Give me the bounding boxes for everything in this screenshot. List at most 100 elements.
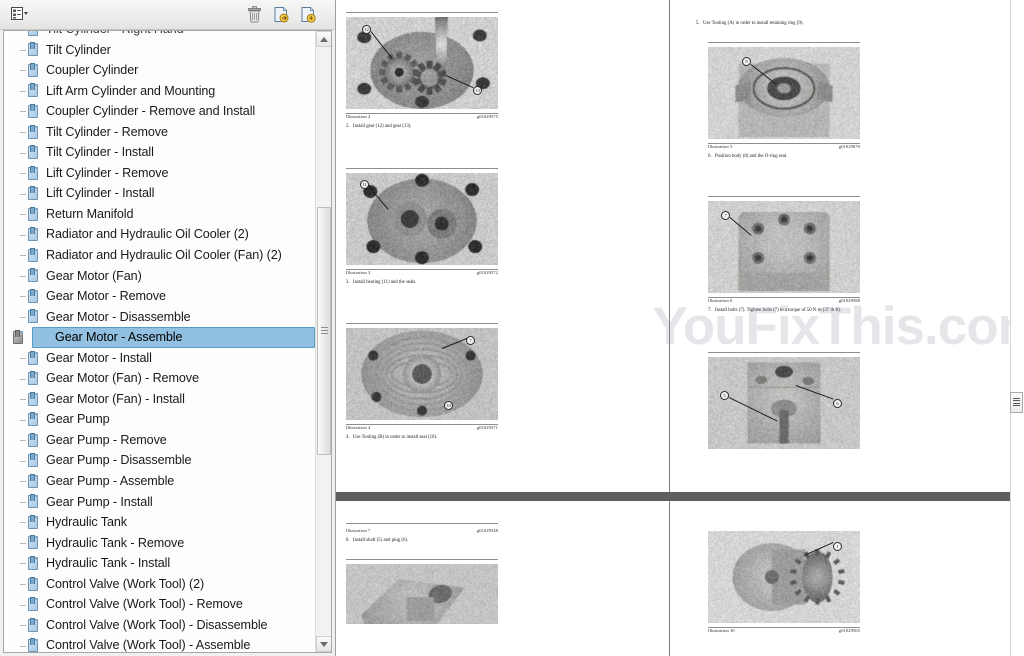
step-text: Install shaft (5) and plug (6). [353, 538, 409, 543]
tree-item-gear-pump-install[interactable]: Gear Pump - Install [4, 492, 315, 513]
tree-item-coupler-cylinder[interactable]: Coupler Cylinder [4, 60, 315, 81]
panel-toggle-icon [1013, 397, 1020, 408]
tree-item-tilt-cylinder-install[interactable]: Tilt Cylinder - Install [4, 142, 315, 163]
figure-id-label: g01029575 [476, 114, 498, 119]
tree-item-gear-motor-fan-install[interactable]: Gear Motor (Fan) - Install [4, 389, 315, 410]
application-window: Tilt Cylinder - Right Hand Tilt Cylinder C… [0, 0, 1024, 656]
figure-id-label: g01029571 [476, 425, 498, 430]
document-page-icon [26, 145, 39, 160]
document-page-icon [26, 617, 39, 633]
figure-illustration-10: 1 Illustration 10 g01029565 [706, 531, 1006, 633]
tree-item-gear-pump-assemble[interactable]: Gear Pump - Assemble [4, 471, 315, 492]
tree-item-label: Gear Motor (Fan) - Remove [46, 371, 199, 386]
tree-item-label: Radiator and Hydraulic Oil Cooler (2) [46, 227, 249, 242]
tree-item-label: Gear Motor - Install [46, 350, 152, 365]
document-page-icon [26, 247, 39, 263]
tree-item-control-valve-work-tool-assemble[interactable]: Control Valve (Work Tool) - Assemble [4, 635, 315, 652]
tree-item-control-valve-work-tool-remove[interactable]: Control Valve (Work Tool) - Remove [4, 594, 315, 615]
delete-button[interactable] [243, 5, 265, 25]
tree-item-gear-pump-disassemble[interactable]: Gear Pump - Disassemble [4, 450, 315, 471]
tree-item-gear-motor-remove[interactable]: Gear Motor - Remove [4, 286, 315, 307]
tree-item-label: Gear Pump - Install [46, 494, 153, 509]
tree-item-label: Return Manifold [46, 206, 134, 221]
tree-item-label: Radiator and Hydraulic Oil Cooler (Fan) … [46, 247, 282, 262]
tree-item-lift-arm-cylinder-and-mounting[interactable]: Lift Arm Cylinder and Mounting [4, 81, 315, 102]
step-text: Use Tooling (A) in order to install reta… [703, 21, 804, 26]
page1-column-divider [669, 0, 670, 492]
tree-item-tilt-cylinder-right-hand[interactable]: Tilt Cylinder - Right Hand [4, 31, 315, 40]
tree-item-gear-motor-install[interactable]: Gear Motor - Install [4, 348, 315, 369]
figure-illustration-7: Illustration 7 g01029548 8. Install shaft… [344, 523, 644, 628]
photo-canvas [708, 47, 860, 139]
tree-item-tilt-cylinder[interactable]: Tilt Cylinder [4, 40, 315, 61]
scroll-down-button[interactable] [316, 636, 331, 652]
document-page-icon [26, 227, 39, 242]
step-number: 7. [708, 308, 712, 313]
figure-id-label: g01029565 [838, 628, 860, 633]
navigation-tree-scroll[interactable]: Tilt Cylinder - Right Hand Tilt Cylinder C… [4, 31, 315, 652]
tree-item-gear-motor-fan[interactable]: Gear Motor (Fan) [4, 266, 315, 287]
tree-item-label: Coupler Cylinder [46, 63, 139, 78]
document-page-icon [26, 83, 39, 98]
tree-item-return-manifold[interactable]: Return Manifold [4, 204, 315, 225]
figure-caption-label: Illustration 7 [346, 528, 371, 533]
tree-item-control-valve-work-tool-disassemble[interactable]: Control Valve (Work Tool) - Disassemble [4, 615, 315, 636]
tree-item-lift-cylinder-install[interactable]: Lift Cylinder - Install [4, 183, 315, 204]
tree-item-hydraulic-tank[interactable]: Hydraulic Tank [4, 512, 315, 533]
tree-item-label: Tilt Cylinder [46, 42, 111, 57]
callout-marker: 12 [362, 25, 371, 34]
page-separator [336, 492, 1024, 501]
tree-item-label: Lift Cylinder - Remove [46, 165, 169, 180]
figure-image-illustration-4: 7 10 [346, 328, 498, 420]
tree-item-gear-motor-fan-remove[interactable]: Gear Motor (Fan) - Remove [4, 368, 315, 389]
document-page-icon [26, 42, 39, 57]
photo-shaft-plug: 5 6 [708, 357, 860, 449]
tree-item-radiator-and-hydraulic-oil-cooler-2[interactable]: Radiator and Hydraulic Oil Cooler (2) [4, 224, 315, 245]
figure-top-rule [346, 12, 498, 13]
figure-id-label: g01029572 [476, 270, 498, 275]
step-text: Install gear (12) and gear (13). [353, 124, 412, 129]
callout-marker: 6 [833, 399, 842, 408]
document-page-icon [26, 555, 39, 571]
panel-toggle-button[interactable] [1010, 392, 1023, 413]
tree-vertical-scrollbar[interactable] [315, 31, 331, 652]
export-document-button[interactable] [270, 5, 292, 25]
scrollbar-grip-icon [321, 327, 328, 335]
step-number: 8. [346, 538, 350, 543]
scrollbar-thumb[interactable] [317, 207, 331, 455]
page1-left-column: 12 13 Illustration 2 g01029575 2. Install… [344, 0, 664, 492]
figure-illustration-2: 12 13 Illustration 2 g01029575 2. Install… [344, 12, 644, 131]
tree-item-gear-pump[interactable]: Gear Pump [4, 409, 315, 430]
navigation-tree: Tilt Cylinder - Right Hand Tilt Cylinder C… [4, 31, 315, 652]
step-number: 6. [708, 154, 712, 159]
view-options-button[interactable] [5, 5, 35, 25]
tree-item-radiator-and-hydraulic-oil-cooler-fan-2[interactable]: Radiator and Hydraulic Oil Cooler (Fan) … [4, 245, 315, 266]
photo-canvas [346, 563, 498, 624]
figure-image-illustration-6: 7 [708, 201, 860, 293]
scroll-up-button[interactable] [316, 31, 331, 47]
chevron-down-icon [320, 641, 328, 647]
figure-caption-label: Illustration 2 [346, 114, 371, 119]
step-text: Use Tooling (B) in order to install seal… [353, 435, 438, 440]
figure-illustration-4: 7 10 Illustration 4 g01029571 4. Use Tool… [344, 323, 644, 442]
document-viewer[interactable]: 12 13 Illustration 2 g01029575 2. Install… [336, 0, 1024, 656]
document-page-2: Illustration 7 g01029548 8. Install shaft… [336, 501, 1024, 656]
tree-item-label: Tilt Cylinder - Remove [46, 124, 168, 139]
document-page-icon [26, 350, 39, 366]
save-document-button[interactable] [297, 5, 319, 25]
tree-item-lift-cylinder-remove[interactable]: Lift Cylinder - Remove [4, 163, 315, 184]
tree-item-hydraulic-tank-install[interactable]: Hydraulic Tank - Install [4, 553, 315, 574]
tree-item-control-valve-work-tool-2[interactable]: Control Valve (Work Tool) (2) [4, 574, 315, 595]
chevron-up-icon [320, 36, 328, 42]
tree-item-gear-motor-disassemble[interactable]: Gear Motor - Disassemble [4, 307, 315, 328]
step-3: 3. Install bearing (11) and the seals. [346, 280, 536, 287]
tree-item-gear-motor-assemble[interactable]: Gear Motor - Assemble [13, 327, 315, 348]
tree-item-gear-pump-remove[interactable]: Gear Pump - Remove [4, 430, 315, 451]
tree-item-hydraulic-tank-remove[interactable]: Hydraulic Tank - Remove [4, 533, 315, 554]
figure-top-rule [346, 323, 498, 324]
tree-item-label: Hydraulic Tank - Install [46, 556, 171, 571]
tree-item-coupler-cylinder-remove-and-install[interactable]: Coupler Cylinder - Remove and Install [4, 101, 315, 122]
tree-item-tilt-cylinder-remove[interactable]: Tilt Cylinder - Remove [4, 122, 315, 143]
figure-top-rule [708, 352, 860, 353]
tree-item-label: Hydraulic Tank - Remove [46, 535, 185, 550]
